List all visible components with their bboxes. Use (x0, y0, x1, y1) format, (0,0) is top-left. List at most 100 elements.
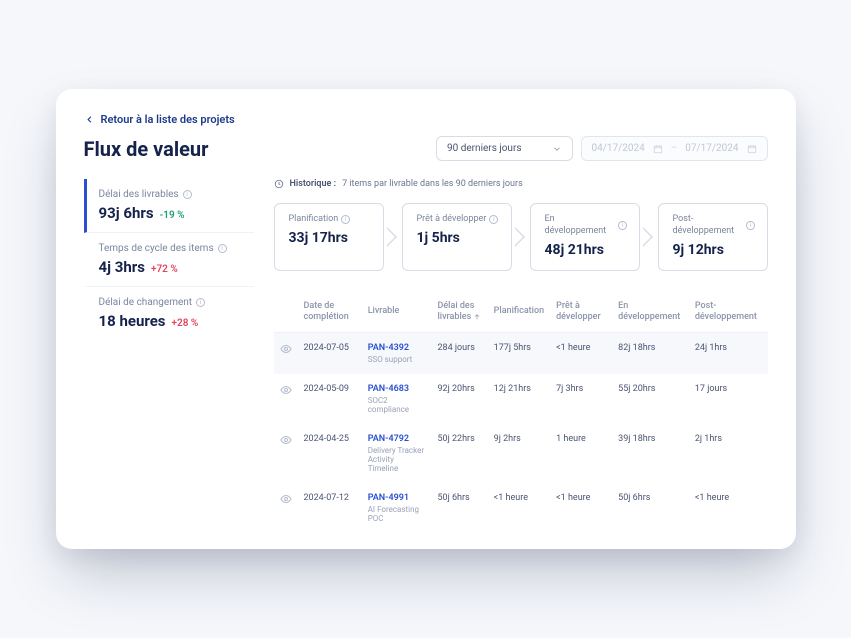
eye-icon[interactable] (280, 384, 292, 396)
cell-date: 2024-05-09 (298, 374, 362, 424)
cell-ready: 7j 3hrs (550, 374, 612, 424)
cell-dev: 82j 18hrs (612, 332, 689, 374)
cell-lead: 50j 6hrs (431, 483, 487, 533)
info-icon: i (618, 221, 627, 230)
cell-post: 24j 1hrs (689, 332, 768, 374)
cell-planning: 12j 21hrs (488, 374, 550, 424)
info-icon: i (196, 298, 205, 307)
info-icon: i (746, 221, 754, 230)
date-sep: – (671, 143, 678, 154)
stage-value: 48j 21hrs (545, 242, 627, 258)
stage-title: En développement i (545, 214, 627, 237)
cell-date: 2024-07-12 (298, 483, 362, 533)
cell-lead: 284 jours (431, 332, 487, 374)
chevron-down-icon (552, 144, 562, 154)
stage-card[interactable]: Prêt à développer i 1j 5hrs (402, 203, 512, 270)
info-icon: i (218, 244, 227, 253)
deliverable-link[interactable]: PAN-4683 (368, 384, 426, 394)
deliverable-link[interactable]: PAN-4792 (368, 434, 426, 444)
info-icon: i (183, 190, 192, 199)
deliverable-sub: AI Forecasting POC (368, 505, 426, 523)
eye-icon[interactable] (280, 434, 292, 446)
deliverable-sub: SSO support (368, 355, 426, 364)
cell-dev: 50j 6hrs (612, 483, 689, 533)
col-deliverable[interactable]: Livrable (362, 293, 432, 333)
cell-post: <1 heure (689, 483, 768, 533)
cell-post: 2j 1hrs (689, 424, 768, 483)
stage-title: Prêt à développer i (417, 214, 499, 226)
info-icon: i (489, 215, 498, 224)
time-range-select[interactable]: 90 derniers jours (436, 136, 573, 161)
arrow-left-icon (84, 114, 95, 125)
cell-post: 17 jours (689, 374, 768, 424)
metric-delta: +72 % (151, 264, 178, 275)
metric-delta: -19 % (160, 210, 185, 221)
date-from: 04/17/2024 (592, 143, 645, 154)
metric-value: 93j 6hrs (99, 204, 154, 222)
calendar-icon (653, 144, 663, 154)
metric-card[interactable]: Délai des livrables i 93j 6hrs -19 % (84, 179, 254, 233)
cell-ready: <1 heure (550, 483, 612, 533)
metric-value: 4j 3hrs (99, 258, 145, 276)
table-row: 2024-07-05 PAN-4392 SSO support 284 jour… (274, 332, 768, 374)
cell-lead: 50j 22hrs (431, 424, 487, 483)
breadcrumb-label: Retour à la liste des projets (101, 113, 235, 126)
stage-card[interactable]: Post-développement i 9j 12hrs (658, 203, 768, 270)
col-ready[interactable]: Prêt à développer (550, 293, 612, 333)
cell-planning: 9j 2hrs (488, 424, 550, 483)
cell-ready: <1 heure (550, 332, 612, 374)
stage-pipeline: Planification i 33j 17hrs Prêt à dévelop… (274, 203, 768, 270)
col-planning[interactable]: Planification (488, 293, 550, 333)
stage-value: 9j 12hrs (673, 242, 755, 258)
cell-dev: 55j 20hrs (612, 374, 689, 424)
metric-label: Délai de changement i (99, 297, 254, 308)
deliverable-link[interactable]: PAN-4392 (368, 343, 426, 353)
stage-title: Post-développement i (673, 214, 755, 237)
cell-date: 2024-07-05 (298, 332, 362, 374)
metric-value: 18 heures (99, 312, 166, 330)
history-line: Historique : 7 items par livrable dans l… (274, 179, 768, 189)
date-range-picker[interactable]: 04/17/2024 – 07/17/2024 (581, 136, 768, 161)
col-dev[interactable]: En développement (612, 293, 689, 333)
metric-delta: +28 % (172, 318, 199, 329)
history-icon (274, 179, 284, 189)
stage-card[interactable]: En développement i 48j 21hrs (530, 203, 640, 270)
col-date[interactable]: Date de complétion (298, 293, 362, 333)
table-row: 2024-07-12 PAN-4991 AI Forecasting POC 5… (274, 483, 768, 533)
stage-value: 33j 17hrs (289, 230, 371, 246)
info-icon: i (341, 215, 350, 224)
app-window: Retour à la liste des projets Flux de va… (56, 89, 796, 549)
cell-lead: 92j 20hrs (431, 374, 487, 424)
table-row: 2024-05-09 PAN-4683 SOC2 compliance 92j … (274, 374, 768, 424)
cell-planning: 177j 5hrs (488, 332, 550, 374)
history-text: 7 items par livrable dans les 90 dernier… (342, 179, 523, 189)
page-title: Flux de valeur (84, 137, 209, 161)
cell-planning: <1 heure (488, 483, 550, 533)
cell-ready: 1 heure (550, 424, 612, 483)
calendar-icon (747, 144, 757, 154)
stage-value: 1j 5hrs (417, 230, 499, 246)
metric-card[interactable]: Délai de changement i 18 heures +28 % (84, 287, 254, 340)
date-to: 07/17/2024 (685, 143, 738, 154)
breadcrumb-back[interactable]: Retour à la liste des projets (84, 113, 768, 126)
stage-card[interactable]: Planification i 33j 17hrs (274, 203, 384, 270)
time-range-value: 90 derniers jours (447, 143, 522, 154)
history-label: Historique : (290, 179, 337, 189)
sort-asc-icon (473, 313, 481, 321)
table-row: 2024-04-25 PAN-4792 Delivery Tracker Act… (274, 424, 768, 483)
deliverable-link[interactable]: PAN-4991 (368, 493, 426, 503)
metric-card[interactable]: Temps de cycle des items i 4j 3hrs +72 % (84, 233, 254, 287)
metrics-sidebar: Délai des livrables i 93j 6hrs -19 % Tem… (84, 179, 254, 533)
cell-dev: 39j 18hrs (612, 424, 689, 483)
deliverables-table: Date de complétion Livrable Délai des li… (274, 293, 768, 533)
deliverable-sub: Delivery Tracker Activity Timeline (368, 446, 426, 473)
col-lead[interactable]: Délai des livrables (431, 293, 487, 333)
col-post[interactable]: Post-développement (689, 293, 768, 333)
deliverable-sub: SOC2 compliance (368, 396, 426, 414)
metric-label: Temps de cycle des items i (99, 243, 254, 254)
eye-icon[interactable] (280, 493, 292, 505)
eye-icon[interactable] (280, 343, 292, 355)
stage-title: Planification i (289, 214, 371, 226)
cell-date: 2024-04-25 (298, 424, 362, 483)
metric-label: Délai des livrables i (99, 189, 254, 200)
